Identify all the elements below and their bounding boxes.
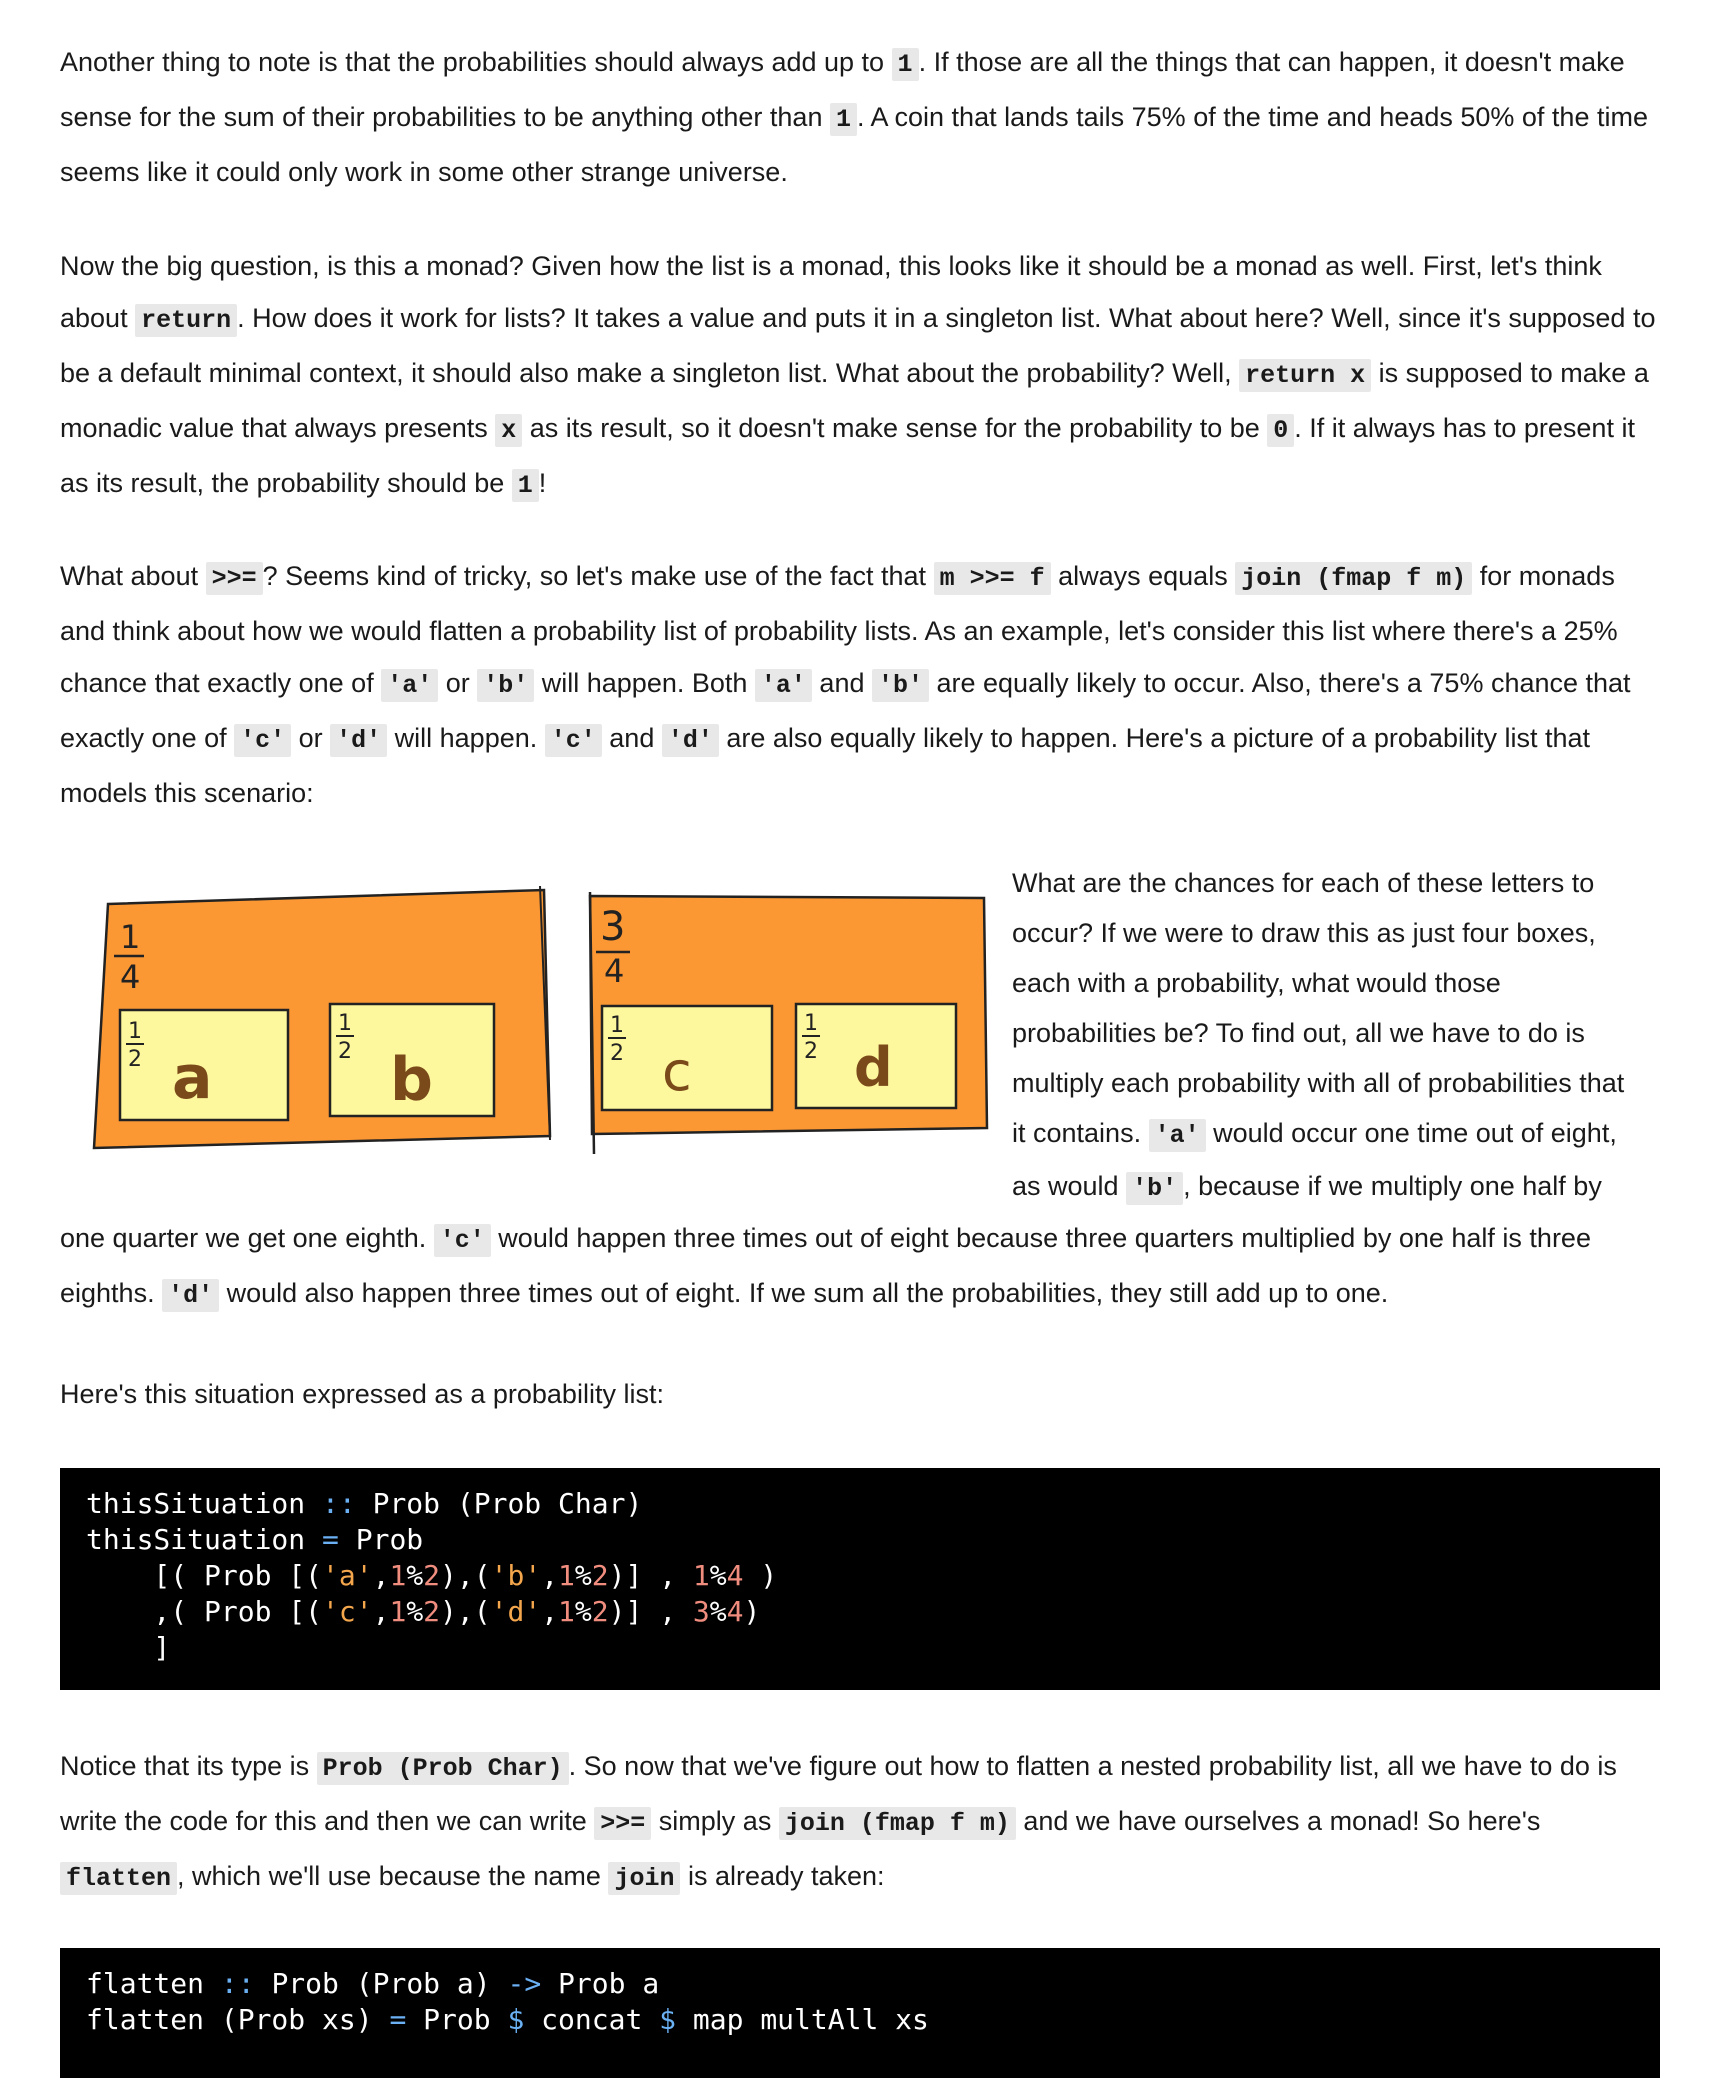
code-line: ] [86, 1631, 171, 1664]
inline-code: 1 [511, 469, 539, 502]
inline-code: 1 [829, 103, 857, 136]
inline-code: return x [1239, 359, 1372, 392]
letter-b: b [390, 1045, 433, 1115]
code-line: flatten :: Prob (Prob a) -> Prob a [86, 1967, 660, 2000]
fraction-den: 2 [610, 1041, 624, 1066]
inline-code: Prob (Prob Char) [316, 1752, 569, 1785]
inline-code: 'c' [544, 724, 602, 757]
inline-code: 'd' [330, 724, 388, 757]
code-line: [( Prob [('a',1%2),('b',1%2)] , 1%4 ) [86, 1559, 778, 1592]
figure-row: 1 4 3 4 1 2 1 2 1 2 1 2 a b c d What are… [60, 858, 1660, 1205]
inline-code: 'a' [1148, 1119, 1206, 1152]
fraction-num: 1 [338, 1011, 352, 1036]
code-line: ,( Prob [('c',1%2),('d',1%2)] , 3%4) [86, 1595, 761, 1628]
inline-code: 'd' [661, 724, 719, 757]
code-block-flatten: flatten :: Prob (Prob a) -> Prob a flatte… [60, 1948, 1660, 2078]
paragraph-situation-intro: Here's this situation expressed as a pro… [60, 1379, 664, 1409]
code-line: thisSituation = Prob [86, 1523, 424, 1556]
paragraph-is-this-a-monad: Now the big question, is this a monad? G… [60, 251, 1656, 502]
inline-code: 'a' [754, 669, 812, 702]
fraction-num: 1 [128, 1019, 142, 1044]
inline-code: 'a' [381, 669, 439, 702]
inline-code: join (fmap f m) [778, 1807, 1016, 1840]
inline-code: x [495, 414, 523, 447]
fraction-den: 2 [128, 1047, 142, 1072]
fraction-num: 3 [600, 904, 625, 950]
code-block-this-situation: thisSituation :: Prob (Prob Char) thisSit… [60, 1468, 1660, 1690]
inline-code: return [135, 304, 238, 337]
paragraph-flatten-intro: Notice that its type is Prob (Prob Char)… [60, 1751, 1617, 1895]
fraction-den: 4 [120, 958, 140, 996]
inline-code: 'd' [162, 1279, 220, 1312]
inline-code: 0 [1267, 414, 1295, 447]
fraction-den: 2 [804, 1039, 818, 1064]
inline-code: 'b' [477, 669, 535, 702]
fraction-num: 1 [610, 1013, 624, 1038]
code-line: thisSituation :: Prob (Prob Char) [86, 1487, 643, 1520]
inline-code: 'c' [433, 1224, 491, 1257]
inline-code: join (fmap f m) [1235, 562, 1473, 595]
fraction-num: 1 [804, 1011, 818, 1036]
paragraph-bind-operator: What about >>=? Seems kind of tricky, so… [60, 561, 1631, 808]
paragraph-letter-chances-continued: one quarter we get one eighth. 'c' would… [60, 1223, 1591, 1312]
inline-code: m >>= f [933, 562, 1051, 595]
fraction-den: 4 [604, 952, 624, 990]
letter-c: c [662, 1040, 692, 1103]
inline-code: 1 [891, 48, 919, 81]
fraction-den: 2 [338, 1039, 352, 1064]
fraction-num: 1 [120, 918, 140, 956]
code-line: flatten (Prob xs) = Prob $ concat $ map … [86, 2003, 929, 2036]
figure-side-text: What are the chances for each of these l… [1012, 868, 1625, 1205]
letter-d: d [854, 1036, 893, 1099]
inline-code: >>= [205, 562, 263, 595]
inline-code: 'b' [871, 669, 929, 702]
inline-code: flatten [60, 1862, 178, 1895]
letter-a: a [172, 1043, 213, 1113]
paragraph-probabilities-sum: Another thing to note is that the probab… [60, 47, 1648, 187]
probability-boxes-illustration: 1 4 3 4 1 2 1 2 1 2 1 2 a b c d [92, 885, 989, 1155]
inline-code: >>= [594, 1807, 652, 1840]
inline-code: 'c' [234, 724, 292, 757]
inline-code: 'b' [1126, 1172, 1184, 1205]
inline-code: join [608, 1862, 681, 1895]
